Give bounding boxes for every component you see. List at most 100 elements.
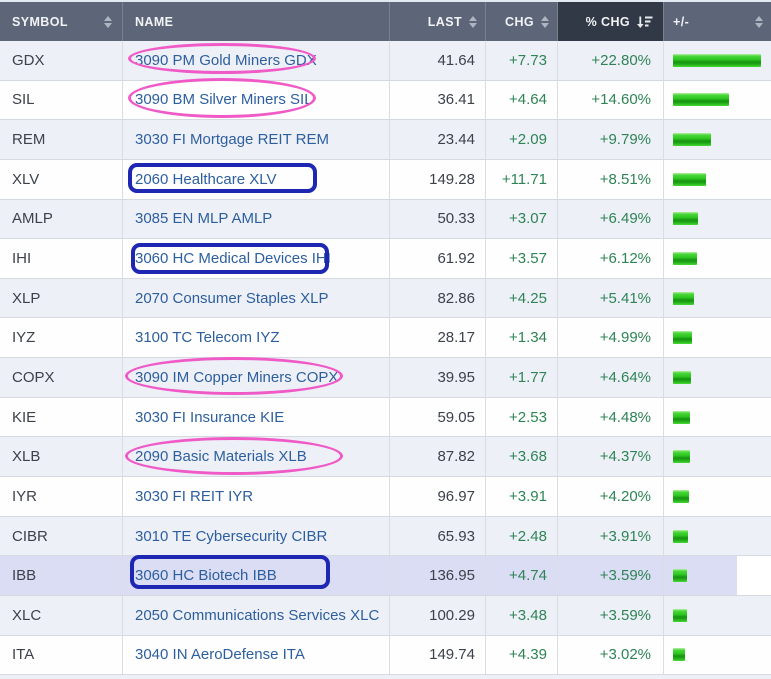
symbol-text: XLB — [12, 448, 40, 465]
pct-chg-cell: +5.41% — [558, 279, 664, 318]
name-link[interactable]: 3085 EN MLP AMLP — [135, 210, 272, 227]
column-header-pct-chg[interactable]: % CHG — [558, 2, 664, 41]
name-link[interactable]: 3010 TE Cybersecurity CIBR — [135, 528, 327, 545]
chg-value: +3.07 — [509, 210, 547, 227]
change-bar — [673, 252, 697, 265]
name-cell: 2090 Basic Materials XLB — [123, 437, 390, 476]
chg-cell: +4.74 — [486, 556, 558, 595]
bar-cell — [664, 477, 771, 516]
table-row[interactable]: XLC 2050 Communications Services XLC 100… — [0, 596, 771, 636]
column-header-last[interactable]: LAST — [390, 2, 486, 41]
pct-chg-cell: +4.37% — [558, 437, 664, 476]
chg-cell: +4.64 — [486, 81, 558, 120]
name-link[interactable]: 2060 Healthcare XLV — [135, 171, 276, 188]
chg-value: +3.48 — [509, 607, 547, 624]
name-link[interactable]: 3040 IN AeroDefense ITA — [135, 646, 305, 663]
sort-descending-icon[interactable] — [637, 15, 653, 29]
last-value: 96.97 — [437, 488, 475, 505]
sort-unsorted-icon[interactable] — [541, 16, 549, 28]
name-cell: 3030 FI Insurance KIE — [123, 398, 390, 437]
last-value: 100.29 — [429, 607, 475, 624]
table-row[interactable]: AMLP 3085 EN MLP AMLP 50.33 +3.07 +6.49% — [0, 200, 771, 240]
table-row[interactable]: ITA 3040 IN AeroDefense ITA 149.74 +4.39… — [0, 636, 771, 676]
pct-chg-cell: +4.64% — [558, 358, 664, 397]
name-link[interactable]: 2090 Basic Materials XLB — [135, 448, 307, 465]
name-cell: 3090 PM Gold Miners GDX — [123, 41, 390, 80]
last-value: 65.93 — [437, 528, 475, 545]
name-link[interactable]: 2050 Communications Services XLC — [135, 607, 379, 624]
symbol-text: CIBR — [12, 528, 48, 545]
name-link[interactable]: 3060 HC Biotech IBB — [135, 567, 277, 584]
sort-unsorted-icon[interactable] — [755, 16, 763, 28]
change-bar — [673, 411, 690, 424]
name-link[interactable]: 3090 BM Silver Miners SIL — [135, 91, 313, 108]
name-cell: 3030 FI REIT IYR — [123, 477, 390, 516]
last-value: 50.33 — [437, 210, 475, 227]
chg-cell: +3.68 — [486, 437, 558, 476]
column-header-name[interactable]: NAME — [123, 2, 390, 41]
sort-unsorted-icon[interactable] — [104, 16, 112, 28]
chg-value: +3.91 — [509, 488, 547, 505]
name-cell: 3030 FI Mortgage REIT REM — [123, 120, 390, 159]
symbol-text: XLP — [12, 290, 40, 307]
name-link[interactable]: 3090 PM Gold Miners GDX — [135, 52, 317, 69]
chg-value: +4.39 — [509, 646, 547, 663]
pct-chg-cell: +14.60% — [558, 81, 664, 120]
chg-value: +1.34 — [509, 329, 547, 346]
name-link[interactable]: 3030 FI Mortgage REIT REM — [135, 131, 329, 148]
chg-value: +4.25 — [509, 290, 547, 307]
chg-cell: +1.77 — [486, 358, 558, 397]
name-link[interactable]: 3090 IM Copper Miners COPX — [135, 369, 338, 386]
table-row[interactable]: XLV 2060 Healthcare XLV 149.28 +11.71 +8… — [0, 160, 771, 200]
last-value: 41.64 — [437, 52, 475, 69]
pct-chg-cell: +3.02% — [558, 636, 664, 675]
pct-chg-cell: +6.49% — [558, 200, 664, 239]
bar-cell — [664, 41, 771, 80]
sort-unsorted-icon[interactable] — [469, 16, 477, 28]
last-value: 59.05 — [437, 409, 475, 426]
name-cell: 3060 HC Biotech IBB — [123, 556, 390, 595]
last-cell: 36.41 — [390, 81, 486, 120]
table-row[interactable]: IHI 3060 HC Medical Devices IHI 61.92 +3… — [0, 239, 771, 279]
bar-cell — [664, 239, 771, 278]
symbol-cell: SIL — [0, 81, 123, 120]
symbol-text: SIL — [12, 91, 35, 108]
pct-chg-value: +6.12% — [600, 250, 651, 267]
symbol-cell: ITA — [0, 636, 123, 675]
table-row[interactable]: CIBR 3010 TE Cybersecurity CIBR 65.93 +2… — [0, 517, 771, 557]
pct-chg-cell: +22.80% — [558, 41, 664, 80]
table-row[interactable]: GDX 3090 PM Gold Miners GDX 41.64 +7.73 … — [0, 41, 771, 81]
name-link[interactable]: 3030 FI Insurance KIE — [135, 409, 284, 426]
column-header-plus-minus[interactable]: +/- — [664, 2, 771, 41]
table-row[interactable]: XLB 2090 Basic Materials XLB 87.82 +3.68… — [0, 437, 771, 477]
symbol-text: XLC — [12, 607, 41, 624]
column-header-chg[interactable]: CHG — [486, 2, 558, 41]
column-header-symbol[interactable]: SYMBOL — [0, 2, 123, 41]
symbol-cell: KIE — [0, 398, 123, 437]
pct-chg-value: +9.79% — [600, 131, 651, 148]
name-link[interactable]: 3030 FI REIT IYR — [135, 488, 253, 505]
name-link[interactable]: 3060 HC Medical Devices IHI — [135, 250, 331, 267]
pct-chg-cell: +9.79% — [558, 120, 664, 159]
chg-value: +3.68 — [509, 448, 547, 465]
table-row[interactable]: KIE 3030 FI Insurance KIE 59.05 +2.53 +4… — [0, 398, 771, 438]
table-row[interactable]: XLP 2070 Consumer Staples XLP 82.86 +4.2… — [0, 279, 771, 319]
chg-cell: +2.53 — [486, 398, 558, 437]
symbol-cell: REM — [0, 120, 123, 159]
table-row[interactable]: IYR 3030 FI REIT IYR 96.97 +3.91 +4.20% — [0, 477, 771, 517]
last-cell: 39.95 — [390, 358, 486, 397]
name-link[interactable]: 3100 TC Telecom IYZ — [135, 329, 280, 346]
table-row[interactable]: REM 3030 FI Mortgage REIT REM 23.44 +2.0… — [0, 120, 771, 160]
partial-next-row — [0, 675, 771, 679]
symbol-cell: XLB — [0, 437, 123, 476]
table-row[interactable]: IYZ 3100 TC Telecom IYZ 28.17 +1.34 +4.9… — [0, 318, 771, 358]
name-link[interactable]: 2070 Consumer Staples XLP — [135, 290, 328, 307]
change-bar — [673, 450, 690, 463]
table-row[interactable]: SIL 3090 BM Silver Miners SIL 36.41 +4.6… — [0, 81, 771, 121]
change-bar — [673, 173, 706, 186]
bar-cell — [664, 556, 771, 595]
table-row[interactable]: IBB 3060 HC Biotech IBB 136.95 +4.74 +3.… — [0, 556, 771, 596]
table-row[interactable]: COPX 3090 IM Copper Miners COPX 39.95 +1… — [0, 358, 771, 398]
name-cell: 2050 Communications Services XLC — [123, 596, 390, 635]
symbol-text: REM — [12, 131, 45, 148]
